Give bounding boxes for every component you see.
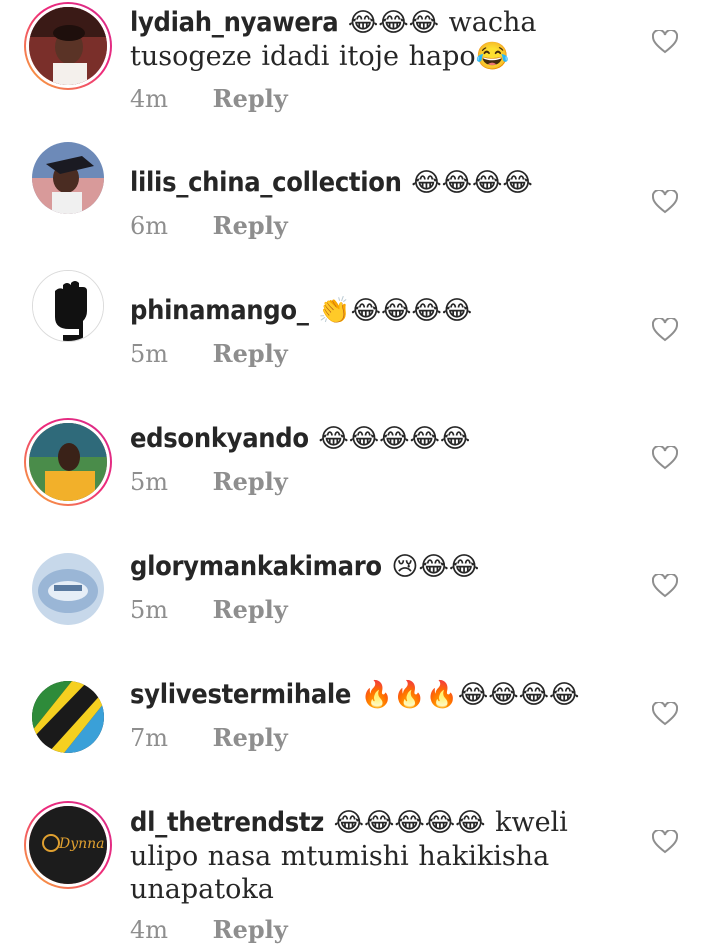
comment-emoji: 😂😂😂😂😂: [333, 808, 486, 838]
avatar[interactable]: [32, 553, 104, 625]
comment-emoji: 😂😂😂😂😂: [318, 424, 471, 454]
reply-button[interactable]: Reply: [213, 595, 288, 624]
avatar[interactable]: [32, 681, 104, 753]
heart-outline-icon[interactable]: [652, 830, 678, 854]
comment-timestamp: 5m: [130, 468, 169, 496]
heart-outline-icon[interactable]: [652, 702, 678, 726]
heart-outline-icon[interactable]: [652, 446, 678, 470]
avatar[interactable]: [32, 142, 104, 214]
comment-timestamp: 4m: [130, 916, 169, 944]
comment-username[interactable]: glorymankakimaro: [130, 551, 382, 582]
comment-list: lydiah_nyawera 😂😂😂 wacha tusogeze idadi …: [0, 0, 720, 944]
heart-outline-icon[interactable]: [652, 30, 678, 54]
avatar-story-ring[interactable]: [24, 418, 112, 506]
reply-button[interactable]: Reply: [213, 84, 288, 113]
comment-timestamp: 4m: [130, 85, 169, 113]
heart-outline-icon[interactable]: [652, 574, 678, 598]
comment-emoji: 😢😂😂: [391, 552, 480, 582]
comment-timestamp: 6m: [130, 212, 169, 240]
avatar[interactable]: [26, 420, 110, 504]
comment-emoji: 👏😂😂😂😂: [318, 296, 473, 326]
avatar[interactable]: Dynna Naturalz: [26, 803, 110, 887]
avatar-story-ring[interactable]: Dynna Naturalz: [24, 801, 112, 889]
comment-timestamp: 5m: [130, 340, 169, 368]
comment-username[interactable]: lydiah_nyawera: [130, 7, 339, 38]
comment-emoji: 😂😂😂😂: [411, 168, 533, 198]
comment-timestamp: 5m: [130, 596, 169, 624]
reply-button[interactable]: Reply: [213, 467, 288, 496]
avatar-wrap: [24, 673, 112, 761]
comment-username[interactable]: dl_thetrendstz: [130, 807, 324, 838]
avatar-story-ring[interactable]: [24, 2, 112, 90]
comment-emoji: 😂😂😂: [347, 8, 440, 38]
comment-timestamp: 7m: [130, 724, 169, 752]
comment-username[interactable]: phinamango_: [130, 295, 309, 326]
reply-button[interactable]: Reply: [213, 915, 288, 944]
avatar[interactable]: [32, 270, 104, 342]
avatar-logo-text: Dynna Naturalz: [58, 836, 107, 852]
reply-button[interactable]: Reply: [213, 211, 288, 240]
reply-button[interactable]: Reply: [213, 723, 288, 752]
avatar-wrap: [24, 262, 112, 350]
comment-emoji: 🔥🔥🔥😂😂😂😂: [360, 680, 580, 710]
avatar-wrap: [24, 545, 112, 633]
avatar-wrap: [24, 134, 112, 222]
reply-button[interactable]: Reply: [213, 339, 288, 368]
heart-outline-icon[interactable]: [652, 190, 678, 214]
heart-outline-icon[interactable]: [652, 318, 678, 342]
comment-username[interactable]: sylivestermihale: [130, 679, 351, 710]
avatar[interactable]: [26, 4, 110, 88]
comment-username[interactable]: edsonkyando: [130, 423, 309, 454]
comment-username[interactable]: lilis_china_collection: [130, 167, 402, 198]
